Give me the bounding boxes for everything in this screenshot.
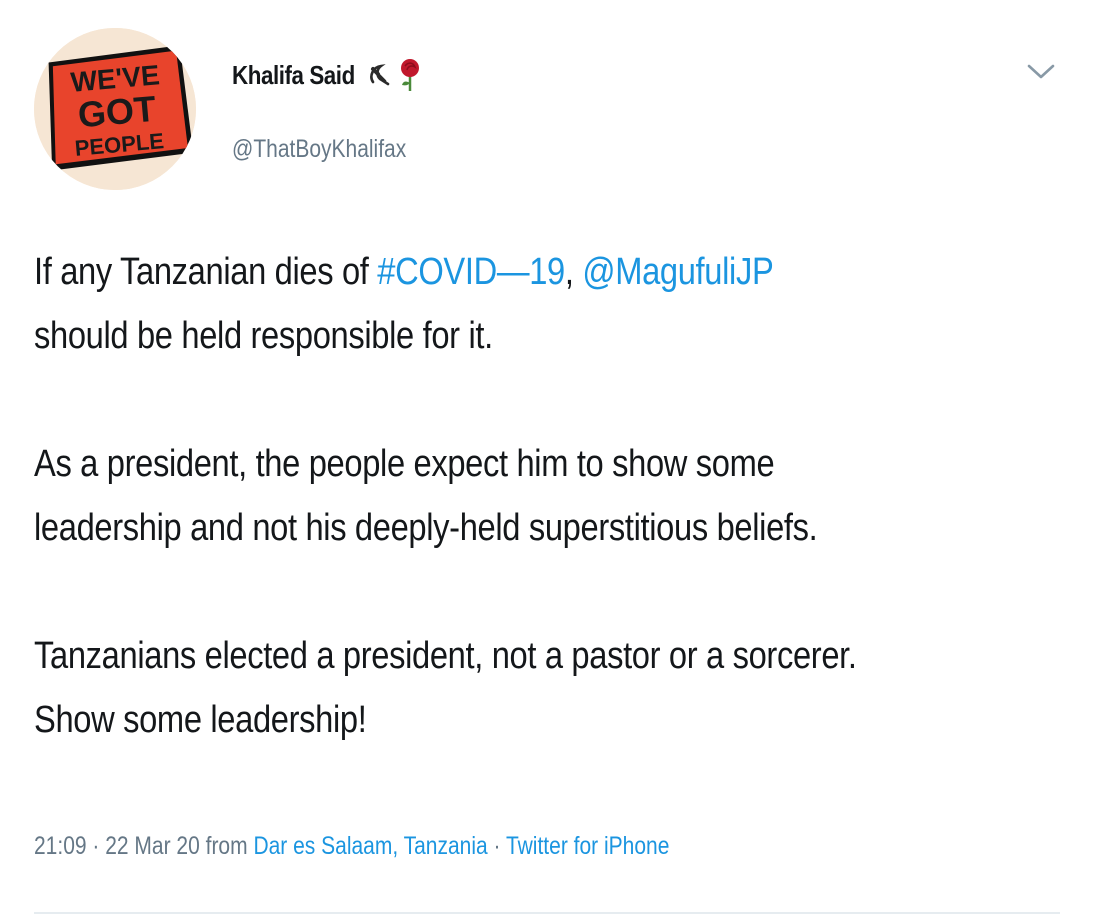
tweet-location-link[interactable]: Dar es Salaam, Tanzania: [253, 832, 487, 860]
meta-from: from: [199, 832, 254, 860]
avatar-image: WE'VE GOT PEOPLE: [34, 28, 196, 190]
meta-separator: ·: [86, 832, 106, 860]
tweet-line: leadership and not his deeply-held super…: [34, 507, 818, 549]
tweet-line: If any Tanzanian dies of #COVID—19, @Mag…: [34, 240, 920, 304]
name-emojis: [367, 58, 423, 92]
tweet-line: Tanzanians elected a president, not a pa…: [34, 635, 857, 677]
tweet-meta: 21:09 · 22 Mar 20 from Dar es Salaam, Ta…: [34, 832, 669, 861]
tweet-source-link[interactable]: Twitter for iPhone: [506, 832, 669, 860]
tweet-date[interactable]: 22 Mar 20: [105, 832, 200, 860]
tweet-text-segment: ,: [564, 251, 583, 293]
avatar[interactable]: WE'VE GOT PEOPLE: [34, 28, 196, 190]
tweet-paragraph-3: Tanzanians elected a president, not a pa…: [34, 624, 920, 752]
tweet-line: should be held responsible for it.: [34, 315, 493, 357]
author-name-row[interactable]: Khalifa Said: [232, 58, 423, 92]
author-handle[interactable]: @ThatBoyKhalifax: [232, 135, 406, 164]
mention-link[interactable]: @MagufuliJP: [582, 251, 773, 293]
tweet-paragraph-2: As a president, the people expect him to…: [34, 432, 920, 560]
avatar-text-line2: GOT: [76, 88, 157, 136]
tweet-text: If any Tanzanian dies of #COVID—19, @Mag…: [34, 240, 1064, 752]
author-display-name[interactable]: Khalifa Said: [232, 60, 355, 91]
divider: [34, 912, 1060, 914]
tweet-line: Show some leadership!: [34, 699, 367, 741]
tweet-time[interactable]: 21:09: [34, 832, 87, 860]
hammer-sickle-icon: [369, 64, 390, 86]
tweet-card: WE'VE GOT PEOPLE Khalifa Said @ThatBoyKh…: [0, 0, 1094, 922]
chevron-down-icon[interactable]: [1026, 62, 1056, 82]
rose-icon: [400, 59, 419, 91]
tweet-paragraph-1: If any Tanzanian dies of #COVID—19, @Mag…: [34, 240, 920, 368]
meta-separator: ·: [487, 832, 506, 860]
tweet-line: As a president, the people expect him to…: [34, 443, 775, 485]
hashtag-link[interactable]: #COVID—19: [377, 251, 565, 293]
tweet-text-segment: If any Tanzanian dies of: [34, 251, 378, 293]
